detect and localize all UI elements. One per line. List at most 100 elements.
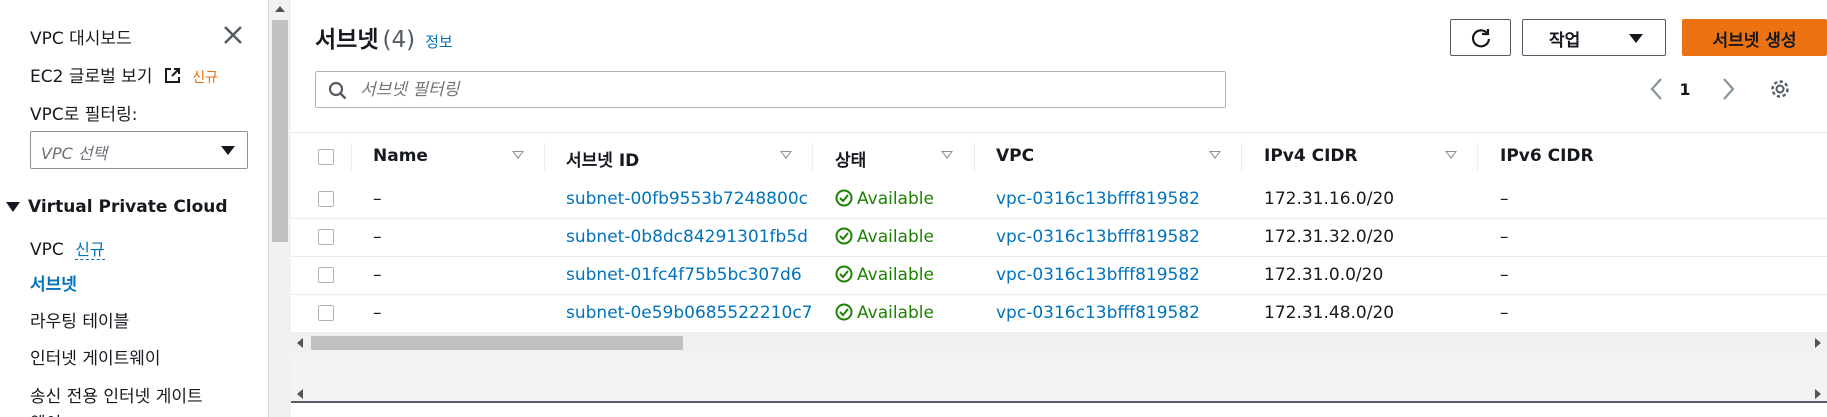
row-checkbox[interactable] [318,191,334,207]
cell-vpc-link[interactable]: vpc-0316c13bfff819582 [996,189,1200,209]
split-panel-divider[interactable] [291,401,1827,403]
column-divider [351,143,352,171]
refresh-button[interactable] [1450,19,1511,56]
table-horizontal-scrollbar[interactable] [291,333,1827,353]
page-title: 서브넷 (4) 정보 [315,20,453,54]
scroll-left-arrow-icon[interactable] [297,389,303,399]
sidebar-item-egress-only-gateways[interactable]: 송신 전용 인터넷 게이트 [30,382,203,407]
page-horizontal-scrollbar[interactable] [291,353,1827,401]
cell-status: Available [835,189,934,209]
vpc-filter-label-text: VPC로 필터링: [30,105,138,125]
row-checkbox[interactable] [318,305,334,321]
cell-name: – [373,189,382,209]
sidebar-item-subnets[interactable]: 서브넷 [30,270,77,295]
status-text: Available [857,303,934,323]
sidebar-item-label: 라우팅 테이블 [30,312,130,332]
chevron-right-icon[interactable] [1717,74,1739,104]
sidebar-item-route-tables[interactable]: 라우팅 테이블 [30,307,129,332]
sidebar-scrollbar[interactable] [268,0,291,417]
sort-icon[interactable] [1209,151,1221,159]
sidebar-item-vpc-dashboard[interactable]: VPC 대시보드 [30,24,132,49]
check-circle-icon [835,227,853,245]
cell-vpc-link[interactable]: vpc-0316c13bfff819582 [996,227,1200,247]
sidebar-item-label: 송신 전용 인터넷 게이트 [30,387,203,407]
status-text: Available [857,265,934,285]
cell-name: – [373,303,382,323]
scroll-up-arrow-icon[interactable] [275,6,285,12]
column-header-subnet-id[interactable]: 서브넷 ID [566,146,639,171]
current-page-number[interactable]: 1 [1675,80,1695,110]
sidebar-item-ec2-global-view[interactable]: EC2 글로벌 보기 신규 [30,62,218,87]
table-row[interactable]: – subnet-01fc4f75b5bc307d6 Available vpc… [291,257,1827,295]
column-divider [1477,143,1478,171]
cell-ipv4-cidr: 172.31.16.0/20 [1264,189,1395,209]
column-divider [812,143,813,171]
actions-dropdown-button[interactable]: 작업 [1522,19,1666,56]
scroll-right-arrow-icon[interactable] [1815,389,1821,399]
create-subnet-label: 서브넷 생성 [1712,31,1797,51]
column-divider [974,143,975,171]
sidebar: VPC 대시보드 EC2 글로벌 보기 신규 VPC로 필터링: VPC 선택 … [0,0,268,417]
section-virtual-private-cloud[interactable]: Virtual Private Cloud [6,197,228,217]
subnet-filter[interactable] [315,71,1226,108]
caret-down-icon [221,146,235,155]
scrollbar-thumb[interactable] [311,336,683,350]
search-icon [328,81,347,100]
caret-down-icon [6,202,20,212]
cell-vpc-link[interactable]: vpc-0316c13bfff819582 [996,265,1200,285]
vpc-select-placeholder: VPC 선택 [41,144,108,163]
vpc-filter-label: VPC로 필터링: [30,100,137,125]
column-header-vpc[interactable]: VPC [996,146,1034,166]
sidebar-item-label: 인터넷 게이트웨이 [30,349,161,369]
actions-label: 작업 [1549,31,1581,51]
cell-ipv4-cidr: 172.31.48.0/20 [1264,303,1395,323]
cell-subnet-id-link[interactable]: subnet-00fb9553b7248800c [566,189,808,209]
table-row[interactable]: – subnet-00fb9553b7248800c Available vpc… [291,181,1827,219]
select-all-checkbox[interactable] [318,149,334,165]
row-checkbox[interactable] [318,229,334,245]
cell-subnet-id-link[interactable]: subnet-0b8dc84291301fb5d [566,227,808,247]
scroll-left-arrow-icon[interactable] [297,338,303,348]
check-circle-icon [835,265,853,283]
cell-status: Available [835,303,934,323]
cell-ipv6-cidr: – [1500,303,1509,323]
sidebar-item-egress-only-gateways-cont[interactable]: 웨이 [30,409,61,417]
cell-subnet-id-link[interactable]: subnet-0e59b0685522210c7 [566,303,812,323]
column-header-status[interactable]: 상태 [835,146,866,171]
sidebar-item-internet-gateways[interactable]: 인터넷 게이트웨이 [30,344,161,369]
create-subnet-button[interactable]: 서브넷 생성 [1682,19,1827,56]
table-row[interactable]: – subnet-0e59b0685522210c7 Available vpc… [291,295,1827,333]
main-panel: 서브넷(4) 정보 작업 서브넷 생성 1 Name [291,0,1827,417]
sort-icon[interactable] [941,151,953,159]
cell-name: – [373,227,382,247]
new-badge: 신규 [192,70,219,86]
chevron-left-icon[interactable] [1646,74,1668,104]
column-header-ipv6-cidr[interactable]: IPv6 CIDR [1500,146,1594,166]
refresh-icon [1471,29,1491,48]
cell-vpc-link[interactable]: vpc-0316c13bfff819582 [996,303,1200,323]
sort-icon[interactable] [512,151,524,159]
row-checkbox[interactable] [318,267,334,283]
check-circle-icon [835,189,853,207]
item-count: (4) [382,27,416,53]
info-link[interactable]: 정보 [425,33,453,51]
scrollbar-thumb[interactable] [272,20,288,242]
cell-status: Available [835,227,934,247]
cell-ipv4-cidr: 172.31.32.0/20 [1264,227,1395,247]
close-icon[interactable] [220,22,246,48]
column-divider [544,143,545,171]
sort-icon[interactable] [780,151,792,159]
gear-icon[interactable] [1769,78,1791,100]
table-header: Name 서브넷 ID 상태 VPC IPv4 CIDR IPv6 CIDR [291,132,1827,182]
vpc-select[interactable]: VPC 선택 [30,131,248,169]
cell-ipv6-cidr: – [1500,227,1509,247]
column-header-name[interactable]: Name [373,146,428,166]
search-input[interactable] [358,76,1212,104]
sort-icon[interactable] [1445,151,1457,159]
sidebar-item-vpc[interactable]: VPC 신규 [30,236,105,260]
cell-ipv6-cidr: – [1500,265,1509,285]
scroll-right-arrow-icon[interactable] [1815,338,1821,348]
table-row[interactable]: – subnet-0b8dc84291301fb5d Available vpc… [291,219,1827,257]
column-header-ipv4-cidr[interactable]: IPv4 CIDR [1264,146,1358,166]
cell-subnet-id-link[interactable]: subnet-01fc4f75b5bc307d6 [566,265,802,285]
